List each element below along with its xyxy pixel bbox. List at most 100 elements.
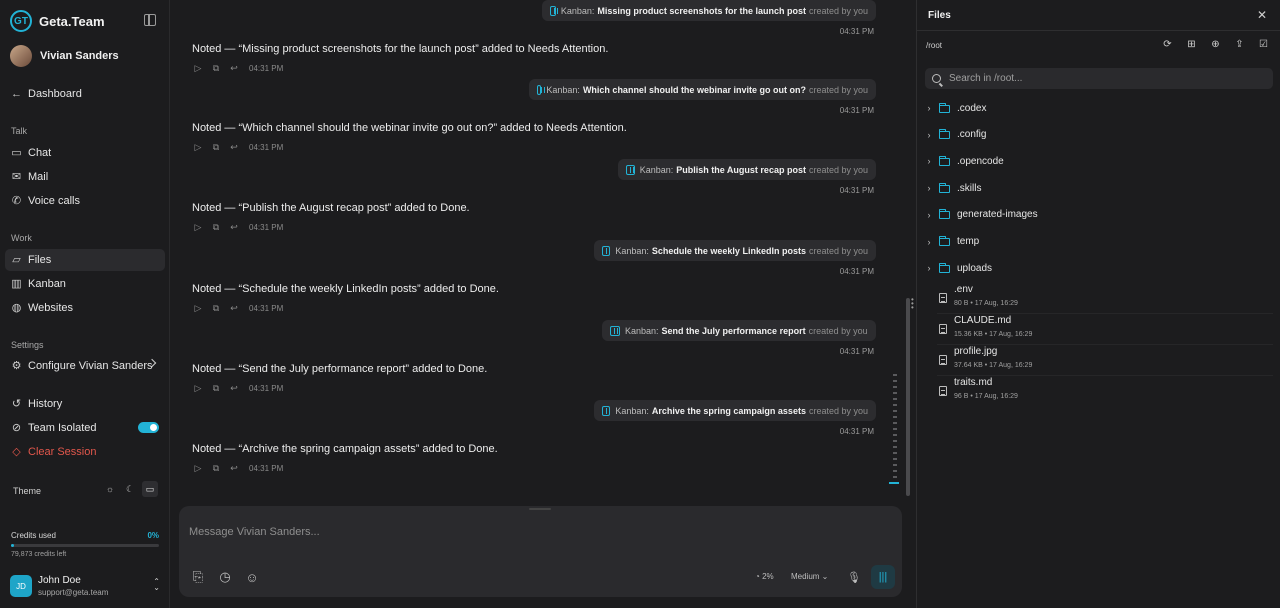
copy-icon[interactable]: ⧉ (211, 303, 221, 313)
file-row[interactable]: .env 80 B • 17 Aug, 16:29 (937, 283, 1273, 314)
kanban-card-bubble[interactable]: Kanban: Send the July performance report c… (602, 320, 876, 341)
reply-icon[interactable]: ↩ (229, 63, 239, 73)
panel-resize-handle[interactable]: • • • (911, 296, 914, 312)
agent-profile[interactable]: Vivian Sanders (10, 45, 119, 67)
files-path: /root (926, 41, 943, 50)
kanban-card-bubble[interactable]: Kanban: Missing product screenshots for t… (542, 0, 876, 21)
moon-icon[interactable]: ☾ (122, 481, 138, 497)
message-actions: ▷ ⧉ ↩ 04:31 PM (193, 303, 284, 313)
kanban-card-bubble[interactable]: Kanban: Archive the spring campaign asset… (594, 400, 876, 421)
kanban-card-bubble[interactable]: Kanban: Which channel should the webinar … (529, 79, 876, 100)
sidebar-collapse-icon[interactable] (144, 14, 156, 26)
play-icon[interactable]: ▷ (193, 303, 203, 313)
play-icon[interactable]: ▷ (193, 142, 203, 152)
kanban-card-bubble[interactable]: Kanban: Publish the August recap post crea… (618, 159, 876, 180)
sidebar-item-history[interactable]: ↺ History (5, 393, 165, 415)
folder-row[interactable]: › temp (925, 232, 1273, 252)
account-email: support@geta.team (38, 588, 109, 597)
gauge-icon: ◔ (755, 572, 763, 581)
kanban-icon (537, 84, 546, 95)
copy-icon[interactable]: ⧉ (211, 63, 221, 73)
file-row[interactable]: CLAUDE.md 15.36 KB • 17 Aug, 16:29 (937, 314, 1273, 345)
composer-resize-handle[interactable] (529, 508, 551, 510)
section-work: Work (11, 233, 32, 243)
reply-timestamp: 04:31 PM (249, 222, 284, 232)
created-by: created by you (808, 245, 868, 256)
reply-icon[interactable]: ↩ (229, 303, 239, 313)
select-icon[interactable]: ☑ (1258, 39, 1269, 50)
credits-percent: 0% (147, 531, 159, 540)
copy-icon[interactable]: ⧉ (211, 463, 221, 473)
close-icon[interactable]: ✕ (1257, 8, 1267, 22)
chevron-right-icon: › (927, 156, 931, 167)
message-minimap[interactable] (889, 374, 899, 488)
credits-label: Credits used (11, 531, 56, 540)
kanban-card-title: Missing product screenshots for the laun… (597, 5, 806, 16)
monitor-icon[interactable]: ▭ (142, 481, 158, 497)
copy-icon[interactable]: ⧉ (211, 383, 221, 393)
reply-icon[interactable]: ↩ (229, 222, 239, 232)
folder-row[interactable]: › .skills (925, 178, 1273, 198)
sidebar-item-label: Team Isolated (28, 422, 97, 434)
folder-row[interactable]: › generated-images (925, 205, 1273, 225)
reply-icon[interactable]: ↩ (229, 383, 239, 393)
context-percent: 2% (762, 572, 774, 581)
upload-icon[interactable]: ⇪ (1234, 39, 1245, 50)
clock-icon[interactable]: ◷ (217, 569, 233, 585)
created-by: created by you (808, 325, 868, 336)
folder-icon (939, 155, 950, 166)
message-timestamp: 04:31 PM (839, 267, 874, 276)
folder-icon (939, 262, 950, 273)
sun-icon[interactable]: ☼ (102, 481, 118, 497)
folder-row[interactable]: › .config (925, 125, 1273, 145)
file-row[interactable]: profile.jpg 37.64 KB • 17 Aug, 16:29 (937, 345, 1273, 376)
scrollbar[interactable] (906, 298, 910, 496)
created-by: created by you (808, 84, 868, 95)
emoji-icon[interactable]: ☺ (244, 569, 260, 585)
files-search-input[interactable] (949, 73, 1249, 84)
play-icon[interactable]: ▷ (193, 383, 203, 393)
sidebar-item-voice-calls[interactable]: ✆ Voice calls (5, 190, 165, 212)
kanban-card-bubble[interactable]: Kanban: Schedule the weekly LinkedIn post… (594, 240, 876, 261)
shield-off-icon: ⊘ (11, 421, 22, 434)
chat-icon: ▭ (11, 146, 22, 159)
message-actions: ▷ ⧉ ↩ 04:31 PM (193, 63, 284, 73)
folder-row[interactable]: › uploads (925, 258, 1273, 278)
file-row[interactable]: traits.md 96 B • 17 Aug, 16:29 (937, 376, 1273, 406)
team-isolated-toggle[interactable] (138, 422, 159, 433)
folder-name: .skills (957, 182, 982, 194)
message-input[interactable] (189, 524, 789, 540)
refresh-icon[interactable]: ⟳ (1162, 39, 1173, 50)
sidebar-item-files[interactable]: ▱ Files (5, 249, 165, 271)
new-file-icon[interactable]: ⊕ (1210, 39, 1221, 50)
sidebar-item-chat[interactable]: ▭ Chat (5, 142, 165, 164)
clear-session-button[interactable]: ◇ Clear Session (5, 441, 165, 463)
message-timestamp: 04:31 PM (839, 27, 874, 36)
play-icon[interactable]: ▷ (193, 463, 203, 473)
effort-select[interactable]: Medium ⌄ (791, 572, 828, 581)
voice-mode-button[interactable]: ||| (871, 565, 895, 589)
sidebar-item-configure[interactable]: ⚙ Configure Vivian Sanders (5, 355, 165, 377)
reply-icon[interactable]: ↩ (229, 142, 239, 152)
sidebar-item-mail[interactable]: ✉ Mail (5, 166, 165, 188)
microphone-icon[interactable]: 🎙 (846, 569, 862, 585)
sidebar-item-kanban[interactable]: ▥ Kanban (5, 273, 165, 295)
paperclip-icon[interactable]: ⎘ (190, 569, 206, 585)
phone-icon: ✆ (11, 194, 22, 207)
play-icon[interactable]: ▷ (193, 222, 203, 232)
folder-icon: ▱ (12, 253, 21, 266)
play-icon[interactable]: ▷ (193, 63, 203, 73)
folder-row[interactable]: › .opencode (925, 151, 1273, 171)
file-name: profile.jpg (954, 346, 998, 357)
kanban-icon: ▥ (11, 277, 22, 290)
copy-icon[interactable]: ⧉ (211, 142, 221, 152)
brand[interactable]: GT Geta.Team (10, 9, 105, 33)
account-menu[interactable]: JD John Doe support@geta.team ⌃ ⌄ (10, 575, 160, 597)
dashboard-link[interactable]: ← Dashboard (5, 83, 165, 105)
new-folder-icon[interactable]: ⊞ (1186, 39, 1197, 50)
reply-icon[interactable]: ↩ (229, 463, 239, 473)
sidebar-item-websites[interactable]: ◍ Websites (5, 297, 165, 319)
copy-icon[interactable]: ⧉ (211, 222, 221, 232)
file-name: .env (954, 284, 973, 295)
folder-row[interactable]: › .codex (925, 98, 1273, 118)
